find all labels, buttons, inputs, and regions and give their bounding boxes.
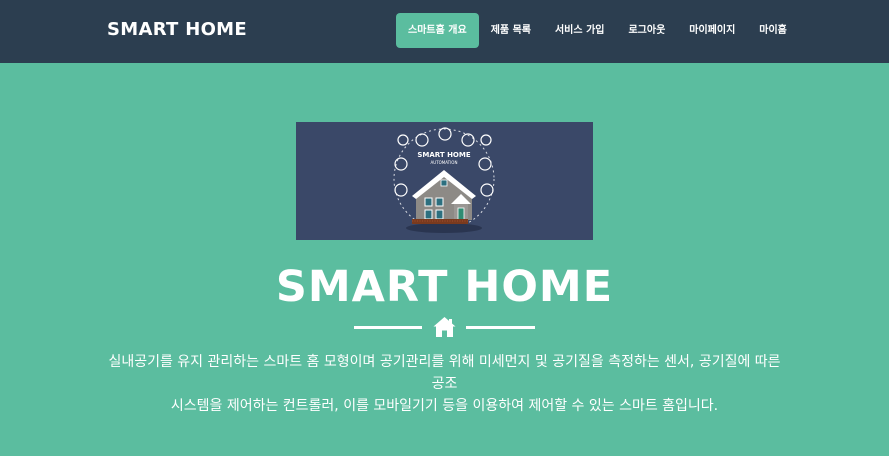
nav-item-logout[interactable]: 로그아웃	[616, 13, 677, 48]
nav-item-overview[interactable]: 스마트홈 개요	[396, 13, 479, 48]
camera-icon	[480, 134, 492, 146]
plug-icon	[397, 134, 409, 146]
nav-item-signup[interactable]: 서비스 가입	[543, 13, 616, 48]
divider-line-right	[466, 326, 535, 329]
hero-description-line: 실내공기를 유지 관리하는 스마트 홈 모형이며 공기관리를 위해 미세먼지 및…	[108, 354, 781, 392]
hero-description-line: 시스템을 제어하는 컨트롤러, 이를 모바일기기 등을 이용하여 제어할 수 있…	[170, 398, 719, 414]
nav-item-myhome[interactable]: 마이홈	[747, 13, 799, 48]
image-title: SMART HOME	[417, 151, 470, 159]
wifi-icon	[480, 183, 494, 197]
image-subtitle: AUTOMATION	[431, 160, 458, 165]
divider-line-left	[354, 326, 422, 329]
house-icon	[412, 170, 476, 224]
home-icon	[433, 317, 456, 337]
main-nav: 스마트홈 개요 제품 목록 서비스 가입 로그아웃 마이페이지 마이홈	[396, 13, 799, 48]
nav-item-mypage[interactable]: 마이페이지	[677, 13, 747, 48]
cloud-icon	[415, 133, 429, 147]
hero-image: SMART HOME AUTOMATION	[296, 122, 593, 240]
brand-logo[interactable]: SMART HOME	[107, 19, 247, 40]
navbar: SMART HOME 스마트홈 개요 제품 목록 서비스 가입 로그아웃 마이페…	[0, 0, 889, 63]
smart-home-illustration: SMART HOME AUTOMATION	[393, 127, 495, 233]
hero-divider	[354, 316, 535, 338]
lock-icon	[461, 133, 475, 147]
gear-icon	[438, 127, 452, 141]
thermometer-icon	[478, 157, 492, 171]
nav-item-products[interactable]: 제품 목록	[479, 13, 543, 48]
light-bulb-icon	[394, 183, 408, 197]
hero-description: 실내공기를 유지 관리하는 스마트 홈 모형이며 공기관리를 위해 미세먼지 및…	[100, 351, 789, 417]
drop-icon	[394, 157, 408, 171]
hero-title: SMART HOME	[275, 262, 614, 312]
